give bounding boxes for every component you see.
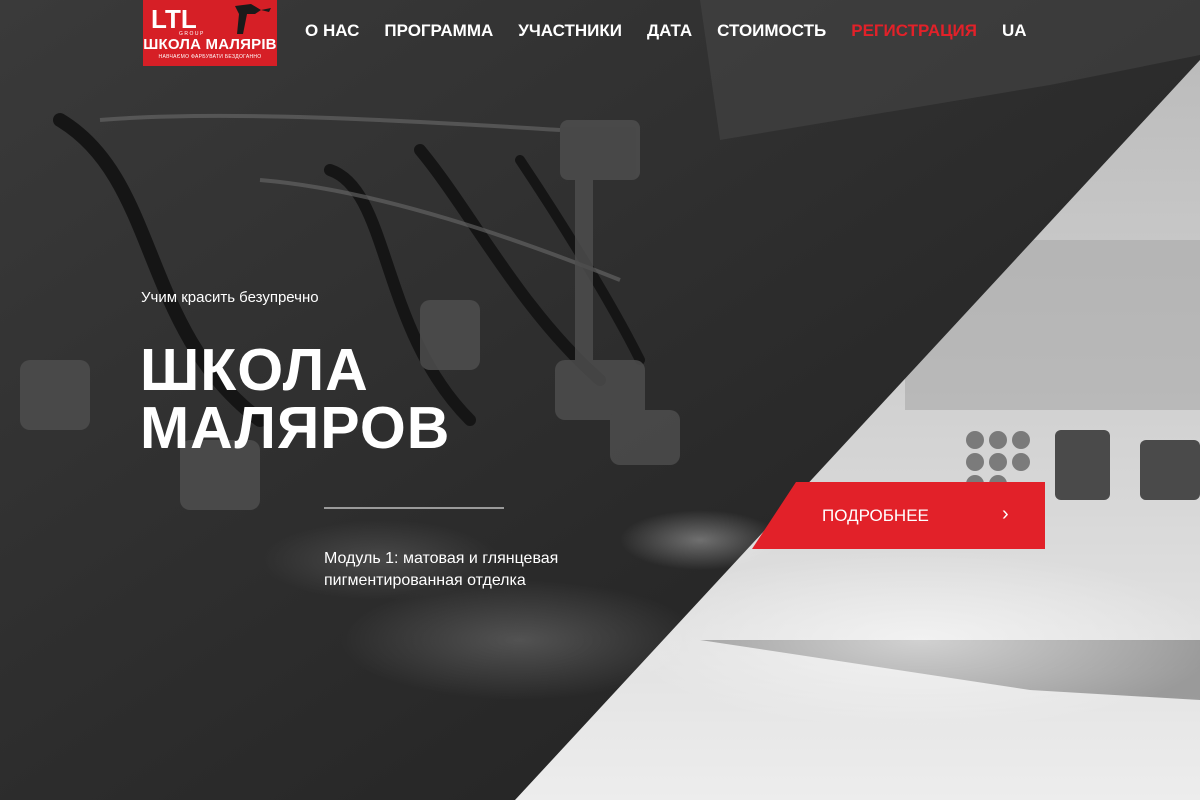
nav-item-language-ua[interactable]: UA <box>1002 21 1027 41</box>
hero-title-line: МАЛЯРОВ <box>140 395 451 461</box>
module-description-line: Модуль 1: матовая и глянцевая <box>324 550 559 567</box>
chevron-right-icon: › <box>1002 503 1009 525</box>
hero-divider <box>324 507 504 509</box>
hero-title-line: ШКОЛА <box>140 337 369 403</box>
logo[interactable]: LTL GROUP ШКОЛА МАЛЯРІВ НАВЧАЄМО ФАРБУВА… <box>143 0 277 66</box>
nav-item-participants[interactable]: УЧАСТНИКИ <box>518 21 622 41</box>
module-description-line: пигментированная отделка <box>324 572 526 589</box>
nav-item-registration[interactable]: РЕГИСТРАЦИЯ <box>851 21 977 41</box>
more-details-button[interactable]: ПОДРОБНЕЕ › <box>752 482 1045 549</box>
logo-tagline: НАВЧАЄМО ФАРБУВАТИ БЕЗДОГАННО <box>158 54 262 60</box>
hero-title: ШКОЛА МАЛЯРОВ <box>140 337 451 461</box>
logo-title: ШКОЛА МАЛЯРІВ <box>143 36 277 53</box>
svg-text:LTL: LTL <box>151 4 197 34</box>
hero-tagline: Учим красить безупречно <box>141 289 319 306</box>
nav-item-about[interactable]: О НАС <box>305 21 359 41</box>
nav-item-date[interactable]: ДАТА <box>647 21 692 41</box>
nav-item-cost[interactable]: СТОИМОСТЬ <box>717 21 826 41</box>
main-nav: О НАС ПРОГРАММА УЧАСТНИКИ ДАТА СТОИМОСТЬ… <box>305 20 1027 42</box>
more-details-button-label: ПОДРОБНЕЕ <box>822 506 929 525</box>
module-description: Модуль 1: матовая и глянцевая пигментиро… <box>324 548 558 592</box>
nav-item-program[interactable]: ПРОГРАММА <box>384 21 493 41</box>
logo-mark-icon: LTL GROUP <box>151 4 271 37</box>
hero-section: LTL GROUP ШКОЛА МАЛЯРІВ НАВЧАЄМО ФАРБУВА… <box>0 0 1200 800</box>
